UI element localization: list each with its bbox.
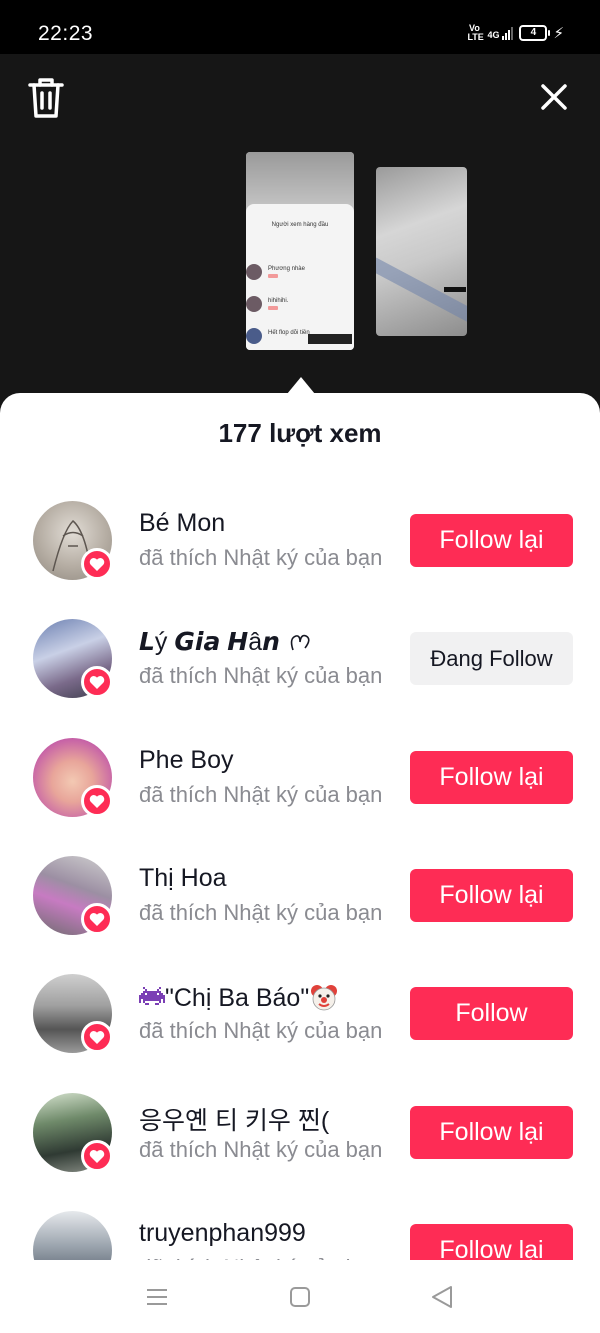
close-button[interactable] (535, 78, 573, 116)
heart-icon (89, 675, 105, 689)
close-icon (541, 84, 567, 110)
story-thumbnail[interactable] (376, 167, 467, 336)
heart-icon (89, 912, 105, 926)
list-item[interactable]: 응우옌 티 키우 찐( đã thích Nhật ký của bạn Fol… (0, 1093, 600, 1193)
follow-back-button[interactable]: Follow lại (410, 1106, 573, 1159)
username[interactable]: truyenphan999 (139, 1219, 306, 1248)
heart-icon (89, 794, 105, 808)
list-item[interactable]: Thị Hoa đã thích Nhật ký của bạn Follow … (0, 856, 600, 956)
username-text: 𝙇ý 𝙂𝙞𝙖 𝙃â𝙣 (139, 628, 280, 656)
follow-button[interactable]: Follow (410, 987, 573, 1040)
menu-icon (147, 1289, 167, 1305)
heart-icon (89, 1030, 105, 1044)
volte-indicator: Vo LTE (467, 23, 484, 42)
status-time: 22:23 (38, 22, 94, 45)
like-badge (81, 903, 113, 935)
like-badge (81, 666, 113, 698)
thumbnail-title: Người xem hàng đầu (271, 222, 329, 228)
recent-apps-button[interactable] (146, 1288, 168, 1311)
activity-text: đã thích Nhật ký của bạn (139, 545, 383, 570)
back-triangle-icon (432, 1286, 452, 1308)
username[interactable]: Phe Boy (139, 746, 234, 775)
list-item[interactable]: Phe Boy đã thích Nhật ký của bạn Follow … (0, 738, 600, 838)
list-item[interactable]: "Chị Ba Báo" đã thích Nhật ký của bạn Fo… (0, 974, 600, 1074)
home-square-icon (290, 1287, 310, 1307)
activity-text: đã thích Nhật ký của bạn (139, 663, 383, 688)
alien-monster-icon (139, 987, 165, 1005)
thumbnail-row-text: Hết flop dõi tiền (268, 330, 310, 336)
activity-text: đã thích Nhật ký của bạn (139, 900, 383, 925)
heart-icon (89, 1149, 105, 1163)
view-count-title: 177 lượt xem (218, 418, 382, 448)
system-nav-bar (0, 1260, 600, 1333)
username[interactable]: 응우옌 티 키우 찐( (139, 1101, 329, 1137)
like-badge (81, 785, 113, 817)
list-item[interactable]: Bé Mon đã thích Nhật ký của bạn Follow l… (0, 501, 600, 601)
username[interactable]: "Chị Ba Báo" (139, 982, 339, 1013)
heart-icon (89, 557, 105, 571)
like-badge (81, 1021, 113, 1053)
username-text: "Chị Ba Báo" (165, 984, 310, 1012)
back-button[interactable] (430, 1285, 454, 1314)
delete-button[interactable] (26, 76, 66, 120)
like-badge (81, 548, 113, 580)
network-type: 4G (487, 29, 500, 40)
signal-icon: 4G (487, 26, 514, 40)
story-thumbnail-selected[interactable]: Người xem hàng đầu Phương nhàe hihihihi.… (246, 152, 354, 350)
thumbnail-row-text: Phương nhàe (268, 266, 305, 272)
status-bar: 22:23 Vo LTE 4G 4 ⚡ (0, 0, 600, 54)
following-button[interactable]: Đang Follow (410, 632, 573, 685)
selection-pointer (287, 377, 315, 394)
clown-face-icon (311, 985, 338, 1011)
charging-icon: ⚡ (553, 25, 564, 42)
thumbnail-row-text: hihihihi. (268, 298, 289, 304)
trash-icon (28, 78, 64, 118)
activity-text: đã thích Nhật ký của bạn (139, 782, 383, 807)
username[interactable]: Bé Mon (139, 509, 225, 538)
follow-back-button[interactable]: Follow lại (410, 514, 573, 567)
follow-back-button[interactable]: Follow lại (410, 751, 573, 804)
username[interactable]: Thị Hoa (139, 864, 227, 893)
viewers-sheet: 177 lượt xem Bé Mon đã thích Nhật ký của… (0, 393, 600, 1333)
status-indicators: Vo LTE 4G 4 ⚡ (467, 23, 564, 43)
heart-hands-icon (290, 635, 310, 651)
battery-icon: 4 (519, 25, 551, 41)
list-item[interactable]: 𝙇ý 𝙂𝙞𝙖 𝙃â𝙣 đã thích Nhật ký của bạn Đang… (0, 619, 600, 719)
activity-text: đã thích Nhật ký của bạn (139, 1137, 383, 1162)
follow-back-button[interactable]: Follow lại (410, 869, 573, 922)
username[interactable]: 𝙇ý 𝙂𝙞𝙖 𝙃â𝙣 (139, 627, 313, 657)
activity-text: đã thích Nhật ký của bạn (139, 1018, 383, 1043)
story-preview-area: Người xem hàng đầu Phương nhàe hihihihi.… (0, 54, 600, 399)
home-button[interactable] (289, 1286, 311, 1313)
like-badge (81, 1140, 113, 1172)
